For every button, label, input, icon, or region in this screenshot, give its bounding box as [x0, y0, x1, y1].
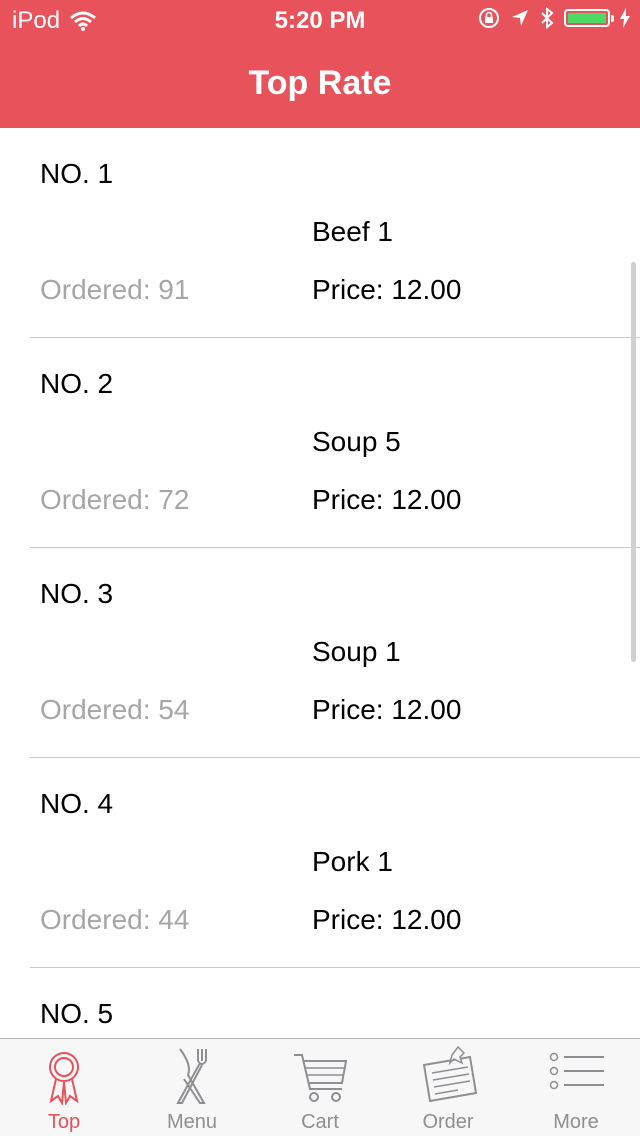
tab-cart[interactable]: Cart — [256, 1039, 384, 1136]
status-bar-right — [478, 7, 630, 29]
ordered-count: Ordered: 91 — [40, 274, 190, 305]
pinned-note-icon — [422, 1045, 478, 1103]
price-label: Price: 12.00 — [312, 694, 462, 725]
location-arrow-icon — [512, 10, 528, 26]
tab-label: Top — [47, 1111, 81, 1133]
list-item[interactable]: NO. 2 Soup 5 Ordered: 72 Price: 12.00 — [0, 338, 640, 548]
status-bar: iPod 5:20 PM — [0, 0, 640, 40]
tab-top[interactable]: Top — [0, 1039, 128, 1136]
ordered-count: Ordered: 44 — [40, 904, 190, 935]
scroll-indicator[interactable] — [631, 262, 636, 662]
tab-more[interactable]: More — [512, 1039, 640, 1136]
tab-label: Menu — [166, 1111, 218, 1133]
ordered-count: Ordered: 54 — [40, 694, 190, 725]
list-item[interactable]: NO. 1 Beef 1 Ordered: 91 Price: 12.00 — [0, 128, 640, 338]
ordered-count: Ordered: 72 — [40, 484, 190, 515]
bluetooth-icon — [541, 7, 554, 29]
rank-label: NO. 2 — [40, 368, 114, 399]
rotation-lock-icon — [479, 8, 499, 28]
rank-label: NO. 1 — [40, 158, 114, 189]
ribbon-award-icon — [49, 1052, 79, 1105]
tab-order[interactable]: Order — [384, 1039, 512, 1136]
list-icon — [549, 1052, 604, 1090]
dish-name: Soup 1 — [312, 636, 401, 667]
top-rate-list[interactable]: NO. 1 Beef 1 Ordered: 91 Price: 12.00 NO… — [0, 128, 640, 1038]
rank-label: NO. 3 — [40, 578, 114, 609]
tab-label: More — [553, 1111, 599, 1133]
tab-menu[interactable]: Menu — [128, 1039, 256, 1136]
list-item[interactable]: NO. 3 Soup 1 Ordered: 54 Price: 12.00 — [0, 548, 640, 758]
navigation-header: iPod 5:20 PM Top Rate — [0, 0, 640, 128]
rank-label: NO. 4 — [40, 788, 114, 819]
page-title: Top Rate — [248, 64, 392, 102]
tab-label: Order — [422, 1111, 474, 1133]
tab-bar: Top Menu Cart Order More — [0, 1038, 640, 1136]
price-label: Price: 12.00 — [312, 904, 462, 935]
charging-bolt-icon — [620, 8, 630, 28]
price-label: Price: 12.00 — [312, 484, 462, 515]
list-item[interactable]: NO. 5 — [0, 968, 640, 1038]
battery-icon — [564, 9, 614, 27]
price-label: Price: 12.00 — [312, 274, 462, 305]
dish-name: Pork 1 — [312, 846, 393, 877]
list-item[interactable]: NO. 4 Pork 1 Ordered: 44 Price: 12.00 — [0, 758, 640, 968]
fork-knife-icon — [176, 1048, 207, 1104]
rank-label: NO. 5 — [40, 998, 114, 1029]
tab-label: Cart — [301, 1111, 339, 1133]
dish-name: Beef 1 — [312, 216, 393, 247]
cart-icon — [294, 1054, 348, 1102]
dish-name: Soup 5 — [312, 426, 401, 457]
